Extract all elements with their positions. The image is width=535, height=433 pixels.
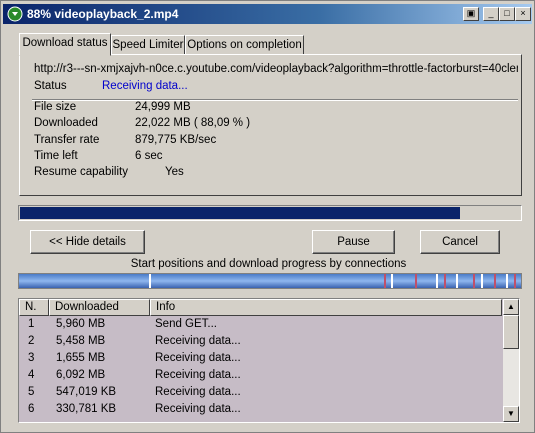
tab-download-status[interactable]: Download status	[19, 33, 111, 56]
tab-speed-limiter[interactable]: Speed Limiter	[111, 35, 185, 55]
table-row[interactable]: 2 5,458 MB Receiving data...	[19, 334, 502, 351]
cancel-button[interactable]: Cancel	[420, 230, 500, 254]
row-info: Receiving data...	[155, 335, 241, 347]
table-row[interactable]: 1 5,960 MB Send GET...	[19, 317, 502, 334]
row-info: Send GET...	[155, 318, 218, 330]
minimize-button[interactable]: _	[483, 7, 499, 21]
table-row[interactable]: 5 547,019 KB Receiving data...	[19, 385, 502, 402]
title-bar[interactable]: 88% videoplayback_2.mp4 ▣ _ □ ×	[3, 4, 532, 24]
table-row[interactable]: 6 330,781 KB Receiving data...	[19, 402, 502, 419]
connection-marker	[494, 274, 496, 288]
download-progress-bar	[18, 205, 522, 221]
maximize-button[interactable]: □	[499, 7, 515, 21]
pause-button[interactable]: Pause	[312, 230, 395, 254]
row-number: 1	[28, 318, 35, 330]
scroll-up-icon[interactable]: ▲	[503, 299, 519, 315]
column-header-info[interactable]: Info	[150, 299, 502, 316]
connection-marker	[514, 274, 516, 288]
connection-marker	[149, 274, 151, 288]
file-size-value: 24,999 MB	[135, 101, 191, 113]
time-left-label: Time left	[34, 150, 78, 162]
row-downloaded: 6,092 MB	[56, 369, 106, 381]
resume-capability-label: Resume capability	[34, 166, 128, 178]
close-button[interactable]: ×	[515, 7, 531, 21]
idm-app-icon	[7, 6, 23, 22]
download-window: 88% videoplayback_2.mp4 ▣ _ □ × Download…	[0, 0, 535, 433]
row-downloaded: 5,458 MB	[56, 335, 106, 347]
scroll-thumb[interactable]	[503, 315, 519, 349]
connections-table: N. Downloaded Info 1 5,960 MB Send GET..…	[18, 298, 520, 423]
download-url: http://r3---sn-xmjxajvh-n0ce.c.youtube.c…	[34, 63, 518, 75]
connection-marker	[506, 274, 508, 288]
transfer-rate-label: Transfer rate	[34, 134, 100, 146]
row-downloaded: 547,019 KB	[56, 386, 117, 398]
transfer-rate-value: 879,775 KB/sec	[135, 134, 217, 146]
restore-button[interactable]: ▣	[463, 7, 479, 21]
connection-marker	[481, 274, 483, 288]
download-progress-fill	[20, 207, 460, 219]
row-downloaded: 330,781 KB	[56, 403, 117, 415]
row-number: 4	[28, 369, 35, 381]
connection-marker	[473, 274, 475, 288]
time-left-value: 6 sec	[135, 150, 163, 162]
tab-options-on-completion[interactable]: Options on completion	[185, 35, 304, 55]
connection-marker	[456, 274, 458, 288]
file-size-label: File size	[34, 101, 77, 113]
window-title: 88% videoplayback_2.mp4	[27, 7, 179, 21]
row-info: Receiving data...	[155, 352, 241, 364]
status-value: Receiving data...	[102, 80, 188, 92]
row-info: Receiving data...	[155, 369, 241, 381]
table-header: N. Downloaded Info	[19, 299, 502, 316]
downloaded-value: 22,022 MB ( 88,09 % )	[135, 117, 251, 129]
row-number: 3	[28, 352, 35, 364]
connections-progress-bar	[18, 273, 522, 289]
row-number: 6	[28, 403, 35, 415]
row-downloaded: 1,655 MB	[56, 352, 106, 364]
row-downloaded: 5,960 MB	[56, 318, 106, 330]
row-info: Receiving data...	[155, 403, 241, 415]
connections-title: Start positions and download progress by…	[130, 258, 407, 270]
status-divider	[32, 99, 518, 101]
download-status-panel: http://r3---sn-xmjxajvh-n0ce.c.youtube.c…	[19, 54, 522, 196]
connection-marker	[415, 274, 417, 288]
status-label: Status	[34, 80, 67, 92]
downloaded-label: Downloaded	[34, 117, 98, 129]
resume-capability-value: Yes	[165, 166, 184, 178]
row-number: 5	[28, 386, 35, 398]
row-number: 2	[28, 335, 35, 347]
connection-marker	[444, 274, 446, 288]
table-row[interactable]: 3 1,655 MB Receiving data...	[19, 351, 502, 368]
column-header-number[interactable]: N.	[19, 299, 49, 316]
connection-marker	[436, 274, 438, 288]
table-vertical-scrollbar[interactable]: ▲ ▼	[503, 299, 519, 422]
table-row[interactable]: 4 6,092 MB Receiving data...	[19, 368, 502, 385]
connection-marker	[384, 274, 386, 288]
hide-details-button[interactable]: << Hide details	[30, 230, 145, 254]
row-info: Receiving data...	[155, 386, 241, 398]
scroll-down-icon[interactable]: ▼	[503, 406, 519, 422]
connection-marker	[391, 274, 393, 288]
column-header-downloaded[interactable]: Downloaded	[49, 299, 150, 316]
